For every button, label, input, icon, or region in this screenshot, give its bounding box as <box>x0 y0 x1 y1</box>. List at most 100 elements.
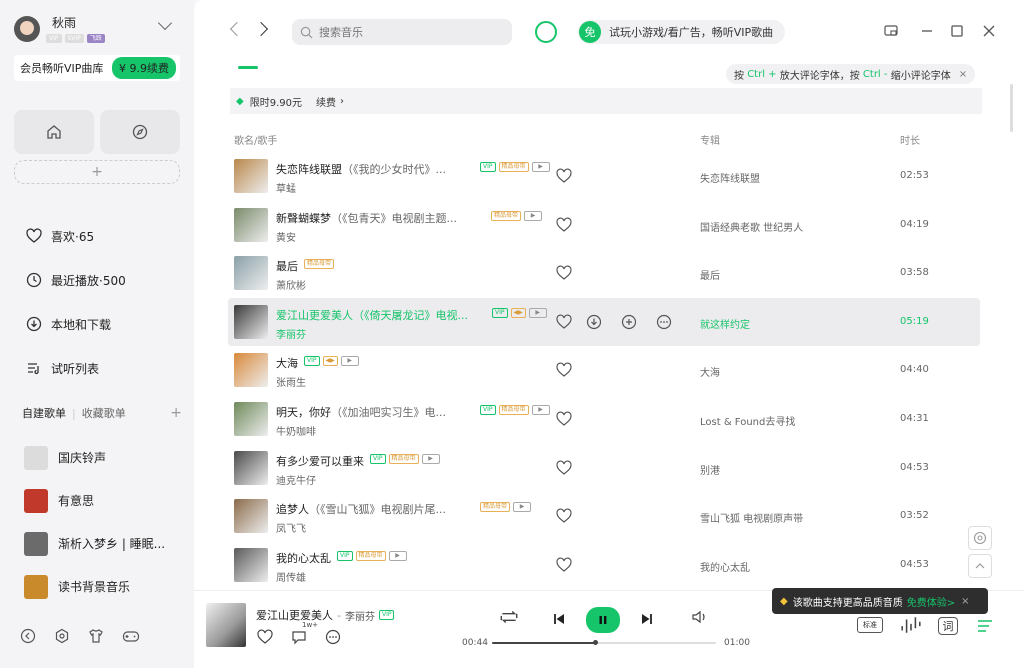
avatar[interactable] <box>14 15 40 42</box>
song-artist[interactable]: 李丽芬 <box>276 326 306 341</box>
song-artist[interactable]: 张雨生 <box>276 374 306 389</box>
progress-bar[interactable] <box>492 640 716 645</box>
song-cover[interactable] <box>234 304 268 339</box>
playlist-item[interactable]: 有意思 <box>24 479 165 522</box>
like-heart-icon[interactable] <box>256 629 274 645</box>
song-row[interactable]: 有多少爱可以重来 VIP 精品母带 ▶ 迪克牛仔 别港 04:53 <box>228 444 980 493</box>
repeat-icon[interactable] <box>498 608 520 626</box>
add-button[interactable]: + <box>14 160 180 184</box>
scroll-top-button[interactable] <box>968 554 992 578</box>
progress-knob[interactable] <box>593 640 599 645</box>
skin-icon[interactable] <box>88 628 104 644</box>
song-row[interactable]: 大海 VIP ◀▶ ▶ 张雨生 大海 04:40 <box>228 346 980 395</box>
song-artist[interactable]: 凤飞飞 <box>276 520 306 535</box>
song-title[interactable]: 追梦人（《雪山飞狐》电视剧片尾... <box>276 501 486 517</box>
song-cover[interactable] <box>234 159 268 193</box>
song-album[interactable]: 失恋阵线联盟 <box>700 170 760 185</box>
song-row[interactable]: 我的心太乱 VIP 精品母带 ▶ 周传雄 我的心太乱 04:53 <box>228 541 980 590</box>
music-logo-icon[interactable] <box>535 21 557 43</box>
settings-icon[interactable] <box>54 628 70 644</box>
close-icon[interactable] <box>982 24 996 38</box>
song-row[interactable]: 追梦人（《雪山飞狐》电视剧片尾... 精品母带 ▶ 凤飞飞 雪山飞狐 电视剧原声带 03:… <box>228 492 980 541</box>
like-heart-icon[interactable] <box>556 411 572 430</box>
song-title[interactable]: 明天，你好（《加油吧实习生》电... <box>276 404 486 420</box>
sidebar-item-recent[interactable]: 最近播放·500 <box>26 258 126 302</box>
sidebar-item-local[interactable]: 本地和下载 <box>26 302 126 346</box>
minimize-icon[interactable] <box>920 24 934 38</box>
song-artist[interactable]: 草蜢 <box>276 180 296 195</box>
next-icon[interactable] <box>640 612 654 626</box>
like-heart-icon[interactable] <box>556 168 572 187</box>
tip-close-button[interactable]: × <box>959 69 967 80</box>
gamepad-icon[interactable] <box>122 628 140 644</box>
sidebar-item-trial[interactable]: 试听列表 <box>26 346 126 390</box>
vip-banner[interactable]: 会员畅听VIP曲库 ¥ 9.9续费 <box>14 55 180 81</box>
song-cover[interactable] <box>234 450 268 485</box>
locate-button[interactable] <box>968 526 992 550</box>
song-cover[interactable] <box>234 207 268 242</box>
now-playing-cover[interactable] <box>206 603 246 647</box>
like-heart-icon[interactable] <box>556 314 572 333</box>
download-icon[interactable] <box>586 314 602 330</box>
mini-mode-icon[interactable] <box>884 24 898 38</box>
song-album[interactable]: 别港 <box>700 462 720 477</box>
song-cover[interactable] <box>234 499 268 534</box>
song-cover[interactable] <box>234 547 268 582</box>
renew-link[interactable]: 续费 <box>316 94 336 109</box>
song-cover[interactable] <box>234 401 268 436</box>
song-row[interactable]: 最后 精品母带 萧欣彬 最后 03:58 <box>228 249 980 298</box>
mv-tag[interactable]: ▶ <box>388 550 407 561</box>
song-album[interactable]: 最后 <box>700 267 720 282</box>
quality-toast[interactable]: ◆ 该歌曲支持更高品质音质 免费体验> × <box>772 588 988 614</box>
song-album[interactable]: 国语经典老歌 世纪男人 <box>700 219 803 234</box>
song-artist[interactable]: 黄安 <box>276 229 296 244</box>
previous-icon[interactable] <box>552 612 566 626</box>
song-artist[interactable]: 周传雄 <box>276 569 306 584</box>
back-arrow-icon[interactable] <box>229 21 245 37</box>
playlist-item[interactable]: 国庆铃声 <box>24 436 165 479</box>
sound-effect-icon[interactable] <box>900 615 922 635</box>
song-title[interactable]: 失恋阵线联盟（《我的少女时代》... <box>276 161 486 177</box>
mv-tag[interactable]: ▶ <box>531 162 550 172</box>
scrollbar[interactable] <box>1010 84 1013 132</box>
search-input[interactable] <box>319 25 489 39</box>
more-icon[interactable] <box>656 314 672 330</box>
song-album[interactable]: 雪山飞狐 电视剧原声带 <box>700 510 803 525</box>
like-heart-icon[interactable] <box>556 557 572 576</box>
chevron-down-icon[interactable] <box>157 15 173 31</box>
user-profile[interactable]: 秋雨 VIP SVIP 飞跃 <box>14 14 105 43</box>
song-cover[interactable] <box>234 353 268 388</box>
add-icon[interactable] <box>621 314 637 330</box>
now-playing-artist[interactable]: 李丽芬 <box>345 608 375 623</box>
like-heart-icon[interactable] <box>556 508 572 527</box>
like-heart-icon[interactable] <box>556 265 572 284</box>
home-button[interactable] <box>14 110 94 154</box>
username[interactable]: 秋雨 <box>52 14 105 31</box>
mv-tag[interactable]: ▶ <box>513 502 532 513</box>
song-album[interactable]: 我的心太乱 <box>700 559 750 574</box>
song-artist[interactable]: 牛奶咖啡 <box>276 423 316 438</box>
song-album[interactable]: Lost & Found去寻找 <box>700 413 795 428</box>
free-promo-button[interactable]: 免 试玩小游戏/看广告，畅听VIP歌曲 <box>578 20 786 44</box>
song-title[interactable]: 爱江山更爱美人（《倚天屠龙记》电视... <box>276 307 486 323</box>
discover-button[interactable] <box>100 110 180 154</box>
now-playing-title[interactable]: 爱江山更爱美人 <box>256 607 333 623</box>
like-heart-icon[interactable] <box>556 362 572 381</box>
song-row[interactable]: 新聲蝴蝶梦（《包青天》电视剧主题... 精品母带 ▶ 黄安 国语经典老歌 世纪男人 04:… <box>228 201 980 250</box>
more-icon[interactable] <box>324 629 342 645</box>
like-heart-icon[interactable] <box>556 460 572 479</box>
sidebar-item-liked[interactable]: 喜欢·65 <box>26 214 126 258</box>
song-row[interactable]: 明天，你好（《加油吧实习生》电... VIP 精品母带 ▶ 牛奶咖啡 Lost & Fou… <box>228 395 980 444</box>
song-artist[interactable]: 萧欣彬 <box>276 277 306 292</box>
forward-arrow-icon[interactable] <box>253 21 269 37</box>
queue-icon[interactable] <box>976 617 994 635</box>
song-album[interactable]: 大海 <box>700 364 720 379</box>
song-title[interactable]: 新聲蝴蝶梦（《包青天》电视剧主题... <box>276 210 486 226</box>
tab-collected-playlists[interactable]: 收藏歌单 <box>82 405 126 421</box>
add-playlist-button[interactable]: + <box>170 405 182 421</box>
search-box[interactable] <box>292 19 512 45</box>
song-row[interactable]: 爱江山更爱美人（《倚天屠龙记》电视... VIP ◀▶ ▶ 李丽芬 就这样约定 05:19 <box>228 297 980 347</box>
mv-tag[interactable]: ▶ <box>524 210 543 221</box>
volume-icon[interactable] <box>690 608 710 626</box>
song-row[interactable]: 失恋阵线联盟（《我的少女时代》... VIP 精品母带 ▶ 草蜢 失恋阵线联盟 02:53 <box>228 152 980 201</box>
